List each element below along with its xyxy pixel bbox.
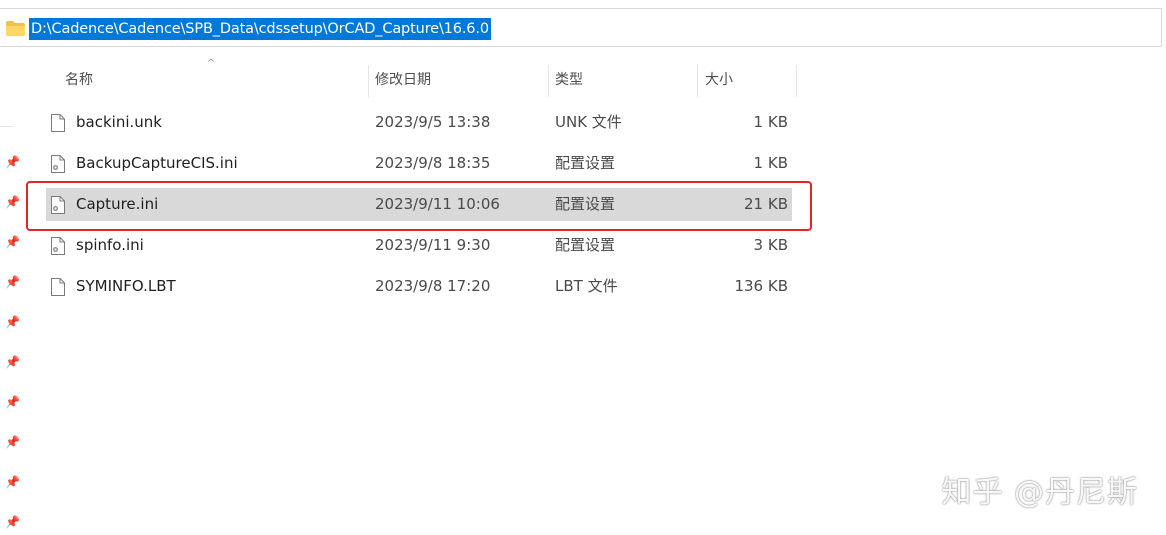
- file-name: SYMINFO.LBT: [76, 277, 176, 295]
- file-row-syminfo-lbt[interactable]: SYMINFO.LBT 2023/9/8 17:20 LBT 文件 136 KB: [46, 270, 792, 303]
- pin-icon[interactable]: 📌: [5, 195, 20, 209]
- folder-icon: [6, 21, 25, 36]
- column-header-type[interactable]: 类型: [543, 63, 693, 97]
- file-row-backini-unk[interactable]: backini.unk 2023/9/5 13:38 UNK 文件 1 KB: [46, 106, 792, 139]
- file-row-spinfo-ini[interactable]: spinfo.ini 2023/9/11 9:30 配置设置 3 KB: [46, 229, 792, 262]
- file-name: spinfo.ini: [76, 236, 144, 254]
- file-date-modified: 2023/9/11 9:30: [375, 236, 491, 254]
- pin-icon[interactable]: 📌: [5, 435, 20, 449]
- file-type: 配置设置: [555, 236, 616, 254]
- column-header-name[interactable]: 名称: [53, 63, 368, 97]
- file-explorer-window: D:\Cadence\Cadence\SPB_Data\cdssetup\OrC…: [0, 0, 1166, 535]
- pin-icon[interactable]: 📌: [5, 355, 20, 369]
- watermark: 知乎 @丹尼斯: [941, 475, 1138, 510]
- pin-icon[interactable]: 📌: [5, 235, 20, 249]
- file-type: LBT 文件: [555, 277, 618, 295]
- file-name: backini.unk: [76, 113, 162, 131]
- file-type: 配置设置: [555, 154, 616, 172]
- settings-file-icon: [51, 155, 65, 173]
- file-size: 136 KB: [734, 277, 788, 295]
- file-row-backupcapturecis-ini[interactable]: BackupCaptureCIS.ini 2023/9/8 18:35 配置设置…: [46, 147, 792, 180]
- address-path-input[interactable]: D:\Cadence\Cadence\SPB_Data\cdssetup\OrC…: [29, 18, 491, 40]
- file-date-modified: 2023/9/8 17:20: [375, 277, 491, 295]
- blank-file-icon: [51, 114, 65, 132]
- file-name: BackupCaptureCIS.ini: [76, 154, 238, 172]
- file-type: UNK 文件: [555, 113, 622, 131]
- address-bar[interactable]: D:\Cadence\Cadence\SPB_Data\cdssetup\OrC…: [0, 8, 1162, 47]
- file-size: 1 KB: [753, 154, 788, 172]
- pin-icon[interactable]: 📌: [5, 155, 20, 169]
- column-header-row: ^ 名称 修改日期 类型 大小: [26, 58, 1166, 97]
- column-header-size[interactable]: 大小: [693, 63, 793, 97]
- annotation-highlight-box: [26, 181, 812, 231]
- file-date-modified: 2023/9/8 18:35: [375, 154, 491, 172]
- divider: [0, 126, 14, 127]
- file-date-modified: 2023/9/5 13:38: [375, 113, 491, 131]
- pin-icon[interactable]: 📌: [5, 395, 20, 409]
- column-header-date-modified[interactable]: 修改日期: [363, 63, 543, 97]
- pin-icon[interactable]: 📌: [5, 515, 20, 529]
- file-size: 1 KB: [753, 113, 788, 131]
- pin-icon[interactable]: 📌: [5, 315, 20, 329]
- file-size: 3 KB: [753, 236, 788, 254]
- pin-icon[interactable]: 📌: [5, 275, 20, 289]
- pin-icon[interactable]: 📌: [5, 475, 20, 489]
- blank-file-icon: [51, 278, 65, 296]
- column-divider[interactable]: [796, 65, 797, 97]
- quick-access-pin-strip: 📌 📌 📌 📌 📌 📌 📌 📌 📌 📌: [0, 62, 26, 535]
- settings-file-icon: [51, 237, 65, 255]
